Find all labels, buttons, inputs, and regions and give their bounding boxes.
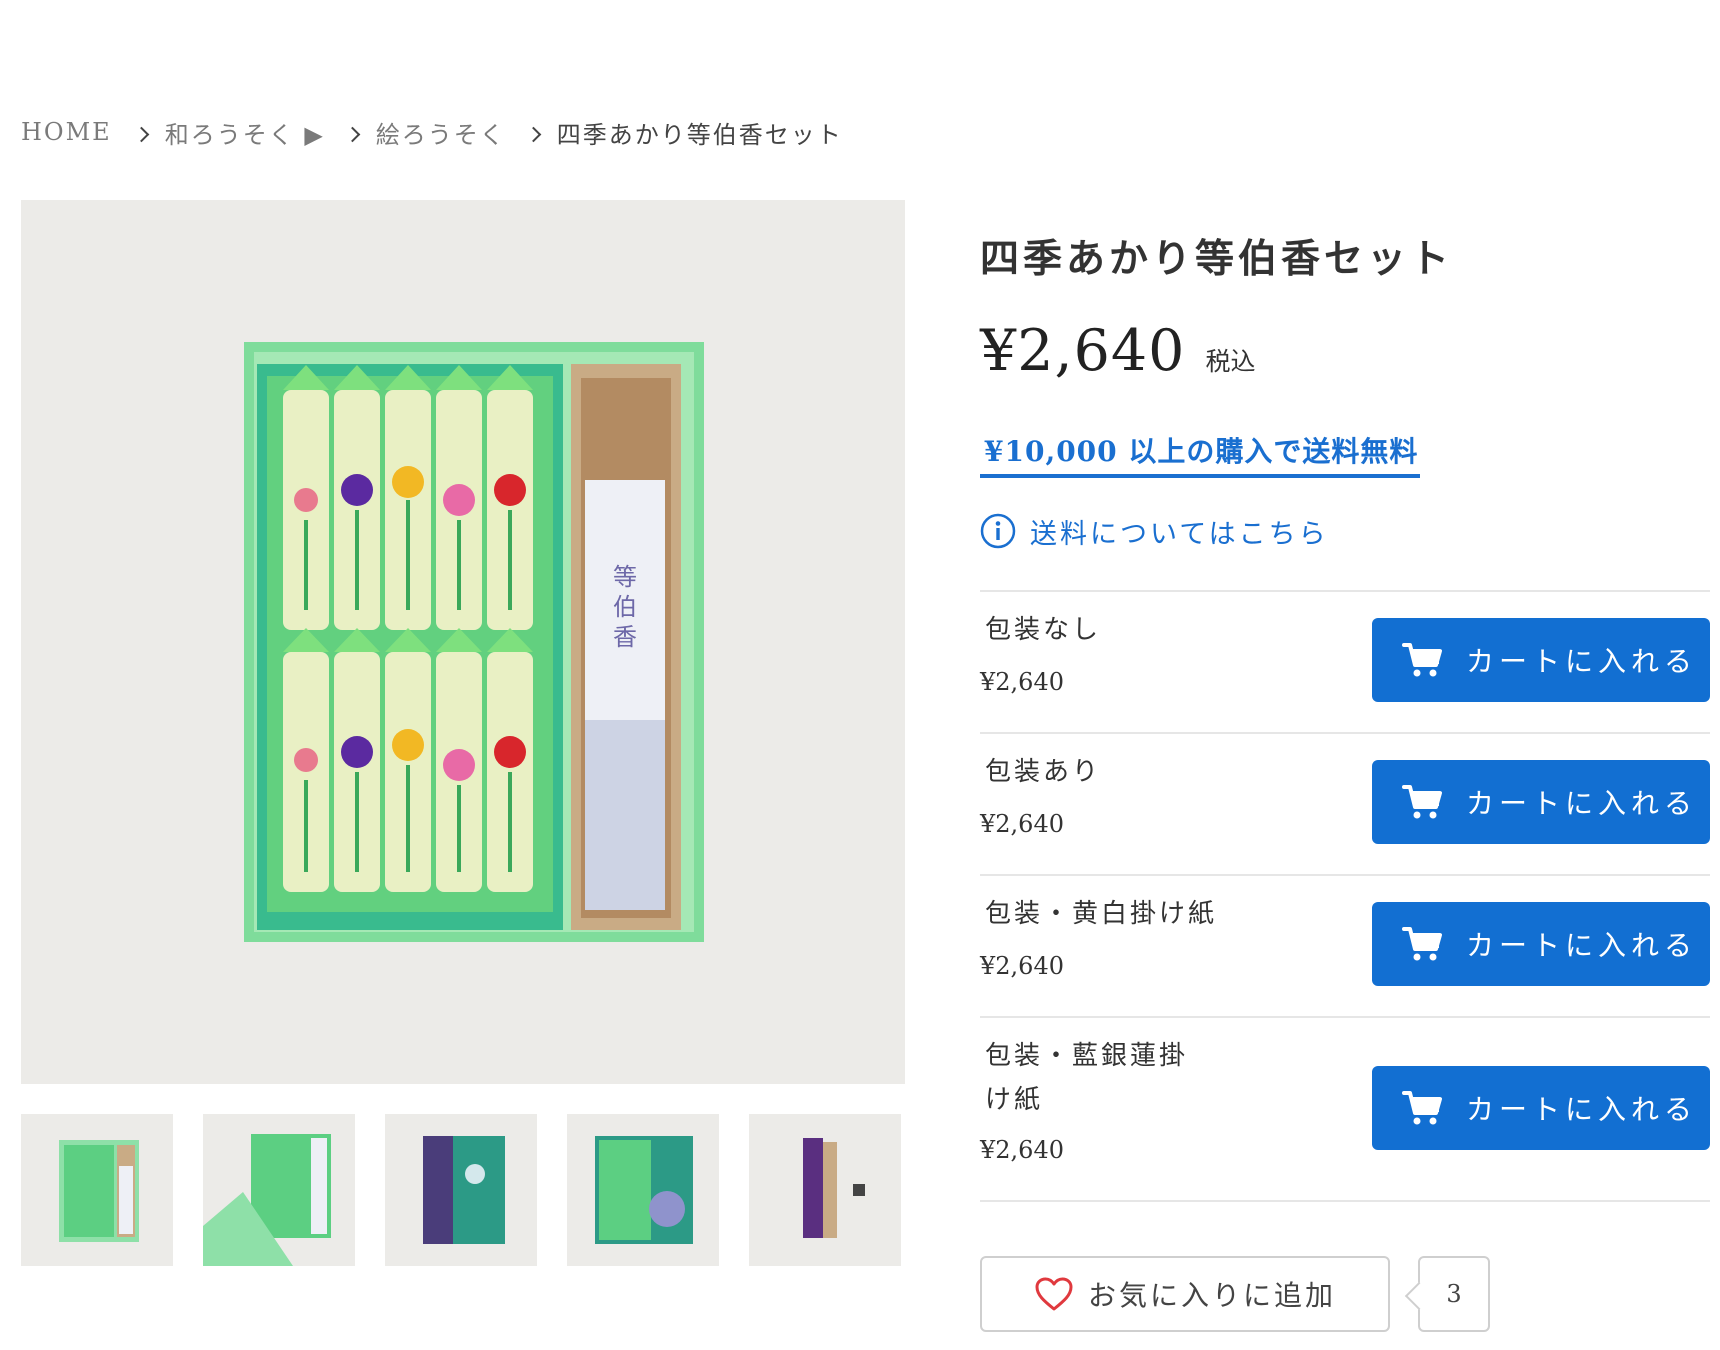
thumbnail-3[interactable] (385, 1114, 537, 1266)
variant-price: ¥2,640 (980, 1136, 1064, 1164)
chevron-right-icon (133, 126, 149, 142)
shipping-info-link[interactable]: 送料についてはこちら (980, 510, 1329, 552)
thumbnail-4[interactable] (567, 1114, 719, 1266)
chevron-right-icon (525, 126, 542, 142)
breadcrumb-current: 四季あかり等伯香セット (556, 120, 843, 149)
cart-icon (1402, 1091, 1442, 1125)
variant-price: ¥2,640 (980, 668, 1064, 696)
breadcrumb: HOME 和ろうそく ▶ 絵ろうそく 四季あかり等伯香セット (21, 112, 843, 152)
chevron-right-icon (344, 126, 361, 142)
main-product-image[interactable]: 等 伯 香 (21, 200, 905, 1084)
divider (980, 1200, 1710, 1202)
variant-price: ¥2,640 (980, 952, 1064, 980)
add-to-cart-button[interactable]: カートに入れる (1372, 760, 1710, 844)
variant-name: 包装なし (985, 615, 1102, 645)
variant-price: ¥2,640 (980, 810, 1064, 838)
product-price: ¥2,640 (980, 318, 1186, 384)
add-to-cart-label: カートに入れる (1466, 787, 1698, 820)
variant-name: 包装・藍銀蓮掛け紙 (985, 1041, 1189, 1115)
thumbnail-1[interactable] (21, 1114, 173, 1266)
cart-icon (1402, 785, 1442, 819)
svg-text:香: 香 (613, 623, 637, 651)
price-row: ¥2,640 税込 (980, 318, 1255, 384)
variant-name: 包装・黄白掛け紙 (985, 899, 1218, 929)
thumbnail-strip (21, 1114, 905, 1266)
add-to-cart-button[interactable]: カートに入れる (1372, 902, 1710, 986)
add-to-cart-button[interactable]: カートに入れる (1372, 1066, 1710, 1150)
free-shipping-banner: ¥10,000 以上の購入で送料無料 (980, 430, 1421, 478)
thumbnail-2[interactable] (203, 1114, 355, 1266)
add-to-cart-button[interactable]: カートに入れる (1372, 618, 1710, 702)
svg-text:等: 等 (613, 563, 637, 591)
breadcrumb-category[interactable]: 和ろうそく ▶ (165, 115, 325, 150)
add-to-cart-label: カートに入れる (1466, 645, 1698, 678)
add-to-cart-label: カートに入れる (1466, 929, 1698, 962)
heart-icon (1035, 1277, 1073, 1311)
cart-icon (1402, 927, 1442, 961)
breadcrumb-home[interactable]: HOME (21, 118, 112, 146)
divider (980, 874, 1710, 876)
tax-label: 税込 (1205, 347, 1256, 376)
divider (980, 732, 1710, 734)
add-to-cart-label: カートに入れる (1466, 1093, 1698, 1126)
info-icon (980, 513, 1016, 549)
variant-name: 包装あり (985, 757, 1102, 787)
divider (980, 590, 1710, 592)
add-to-favorites-label: お気に入りに追加 (1088, 1279, 1337, 1312)
product-title: 四季あかり等伯香セット (980, 236, 1454, 282)
svg-text:伯: 伯 (613, 593, 637, 621)
cart-icon (1402, 643, 1442, 677)
thumbnail-5[interactable] (749, 1114, 901, 1266)
breadcrumb-subcategory[interactable]: 絵ろうそく (376, 115, 506, 150)
divider (980, 1016, 1710, 1018)
shipping-info-label: 送料についてはこちら (1030, 518, 1329, 550)
product-info: 四季あかり等伯香セット ¥2,640 税込 ¥10,000 以上の購入で送料無料… (980, 0, 1710, 1350)
add-to-favorites-button[interactable]: お気に入りに追加 (980, 1256, 1390, 1332)
favorite-count: 3 (1418, 1256, 1490, 1332)
